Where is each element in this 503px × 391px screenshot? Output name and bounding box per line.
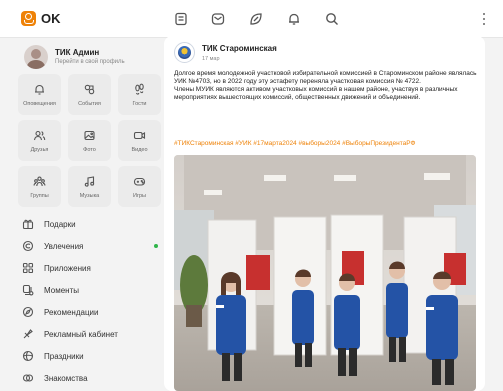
gift-icon [22, 219, 34, 230]
friends-icon [33, 130, 46, 141]
sidebar-item-apps[interactable]: Приложения [18, 258, 164, 278]
sidebar-item-label: Праздники [44, 351, 84, 361]
sidebar-item-gifts[interactable]: Подарки [18, 214, 164, 234]
more-icon[interactable] [481, 12, 487, 26]
sidebar-item-label: Приложения [44, 263, 91, 273]
post-header: ТИК Староминская 17 мар [174, 42, 277, 63]
tile-label: Видео [131, 147, 148, 153]
sidebar-item-hobbies[interactable]: Увлечения [18, 236, 164, 256]
search-icon[interactable] [324, 11, 340, 27]
profile-name: ТИК Админ [55, 48, 100, 57]
avatar [24, 44, 48, 69]
sidebar-item-label: Увлечения [44, 241, 84, 251]
tile-photo[interactable]: Фото [68, 120, 111, 161]
sidebar: ТИК Админ Перейти в свой профиль Оповеще… [14, 38, 164, 391]
post-photo[interactable] [174, 155, 476, 391]
group-avatar[interactable] [174, 42, 195, 63]
tile-notifications[interactable]: Оповещения [18, 74, 61, 115]
sidebar-item-label: Рекламный кабинет [44, 329, 118, 339]
discussions-icon[interactable] [248, 11, 264, 27]
video-icon [133, 131, 146, 140]
groups-icon [33, 176, 46, 187]
tile-label: События [78, 101, 101, 107]
ok-logo-icon [21, 11, 36, 26]
feed-post: ТИК Староминская 17 мар Долгое время мол… [164, 36, 485, 391]
post-paragraph: Члены МУИК являются активом участковых к… [174, 86, 458, 101]
tile-events[interactable]: События [68, 74, 111, 115]
moments-icon [22, 284, 34, 296]
top-bar: OK [0, 0, 503, 38]
gamepad-icon [133, 177, 146, 186]
sidebar-item-label: Знакомства [44, 373, 88, 383]
events-icon [84, 84, 95, 95]
tile-label: Гости [132, 101, 147, 107]
new-indicator [154, 244, 158, 248]
sidebar-item-dating[interactable]: Знакомства [18, 368, 164, 388]
music-icon [84, 176, 95, 187]
holidays-icon [22, 350, 34, 362]
profile-subtitle: Перейти в свой профиль [55, 59, 125, 65]
footprints-icon [135, 83, 144, 95]
hobbies-icon [22, 240, 34, 252]
profile-link[interactable]: ТИК Админ Перейти в свой профиль [14, 40, 164, 73]
sidebar-item-label: Подарки [44, 219, 76, 229]
ok-logo[interactable]: OK [21, 11, 61, 26]
tile-friends[interactable]: Друзья [18, 120, 61, 161]
photo-icon [84, 130, 95, 141]
post-hashtags[interactable]: #ТИКСтароминская #УИК #17марта2024 #выбо… [174, 140, 479, 147]
tile-guests[interactable]: Гости [118, 74, 161, 115]
dating-icon [22, 374, 34, 382]
tile-label: Друзья [30, 147, 49, 153]
photo-image [174, 155, 476, 391]
sidebar-item-ads[interactable]: Рекламный кабинет [18, 324, 164, 344]
post-text: Долгое время молодежной участковой избир… [174, 70, 479, 102]
sidebar-item-moments[interactable]: Моменты [18, 280, 164, 300]
tile-label: Фото [83, 147, 96, 153]
tile-games[interactable]: Игры [118, 166, 161, 207]
bell-icon [35, 84, 44, 95]
sidebar-item-recommendations[interactable]: Рекомендации [18, 302, 164, 322]
post-paragraph: Долгое время молодежной участковой избир… [174, 70, 477, 85]
sidebar-item-holidays[interactable]: Праздники [18, 346, 164, 366]
sidebar-item-label: Рекомендации [44, 307, 99, 317]
feed-icon[interactable] [173, 11, 189, 27]
recommendations-icon [22, 306, 34, 318]
tile-groups[interactable]: Группы [18, 166, 61, 207]
tile-music[interactable]: Музыка [68, 166, 111, 207]
tile-label: Оповещения [23, 101, 56, 107]
group-name[interactable]: ТИК Староминская [202, 44, 277, 53]
tile-video[interactable]: Видео [118, 120, 161, 161]
post-date: 17 мар [202, 55, 220, 62]
apps-icon [22, 262, 34, 274]
logo-text: OK [41, 11, 61, 26]
tile-label: Игры [133, 193, 146, 199]
sidebar-item-label: Моменты [44, 285, 79, 295]
tile-label: Музыка [79, 193, 100, 199]
notifications-icon[interactable] [286, 11, 302, 27]
tile-label: Группы [30, 193, 49, 199]
messages-icon[interactable] [210, 11, 226, 27]
ads-icon [23, 329, 33, 339]
